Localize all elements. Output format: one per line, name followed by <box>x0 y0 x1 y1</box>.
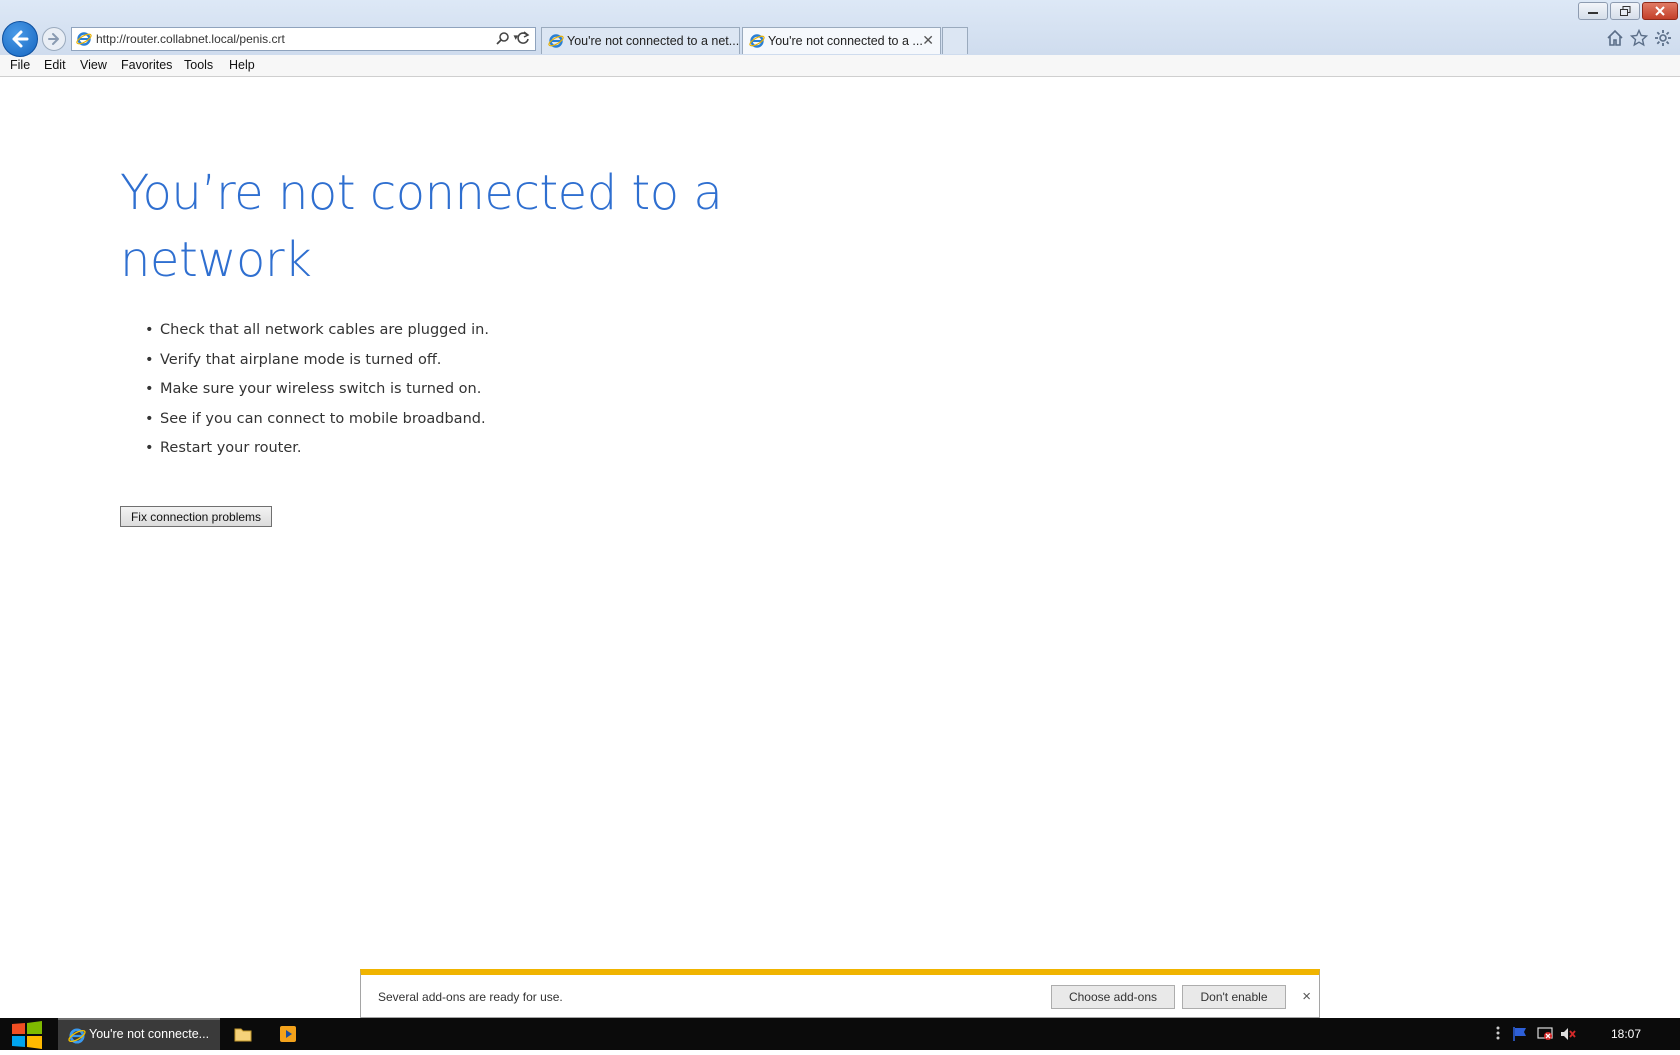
ie-icon <box>548 33 564 52</box>
new-tab-button[interactable] <box>942 27 968 54</box>
minimize-button[interactable] <box>1578 2 1608 20</box>
bullet: • <box>145 440 154 456</box>
taskbar-ie-label: You're not connecte... <box>89 1027 210 1041</box>
ie-icon <box>76 31 92 52</box>
close-icon <box>1655 6 1665 16</box>
ie-icon <box>68 1027 86 1050</box>
page-title: You’re not connected to a network <box>120 165 723 288</box>
choose-addons-button[interactable]: Choose add-ons <box>1051 985 1175 1009</box>
ie-icon <box>749 33 765 52</box>
close-icon[interactable]: × <box>1302 988 1311 1005</box>
tip-text: Check that all network cables are plugge… <box>160 322 489 338</box>
back-arrow-icon <box>12 30 29 48</box>
tips-list: • Check that all network cables are plugg… <box>145 322 489 470</box>
tip-text: Make sure your wireless switch is turned… <box>160 381 482 397</box>
search-icon[interactable] <box>495 31 511 52</box>
forward-button[interactable] <box>42 27 66 51</box>
menu-file[interactable]: File <box>10 58 30 72</box>
list-item: • See if you can connect to mobile broadb… <box>145 411 489 441</box>
address-bar[interactable]: http://router.collabnet.local/penis.crt … <box>71 27 536 51</box>
close-icon[interactable]: ✕ <box>922 32 934 49</box>
windows-logo-icon <box>12 1021 42 1049</box>
tab-title: You're not connected to a ... <box>768 34 923 48</box>
bullet: • <box>145 351 154 368</box>
restore-button[interactable] <box>1610 2 1640 20</box>
home-icon[interactable] <box>1606 29 1624 52</box>
refresh-icon[interactable] <box>515 30 531 51</box>
tip-text: Restart your router. <box>160 440 302 456</box>
list-item: • Make sure your wireless switch is turne… <box>145 381 489 411</box>
network-icon[interactable] <box>1537 1026 1553 1047</box>
menu-edit[interactable]: Edit <box>44 58 66 72</box>
tip-text: See if you can connect to mobile broadba… <box>160 410 486 427</box>
back-button[interactable] <box>2 21 38 57</box>
tip-text: Verify that airplane mode is turned off. <box>160 351 442 368</box>
forward-arrow-icon <box>48 33 59 45</box>
gear-icon[interactable] <box>1654 29 1672 52</box>
start-button[interactable] <box>10 1020 44 1050</box>
taskbar: You're not connecte... 18:07 <box>0 1018 1680 1050</box>
taskbar-ie-button[interactable]: You're not connecte... <box>58 1018 220 1050</box>
star-icon[interactable] <box>1629 28 1649 52</box>
menu-favorites[interactable]: Favorites <box>121 58 172 72</box>
clock: 18:07 <box>1611 1027 1642 1041</box>
tab-1[interactable]: You're not connected to a net... <box>541 27 740 54</box>
close-window-button[interactable] <box>1642 2 1678 20</box>
notification-text: Several add-ons are ready for use. <box>378 990 563 1004</box>
tab-title: You're not connected to a net... <box>567 34 740 48</box>
restore-icon <box>1619 6 1630 16</box>
flag-icon[interactable] <box>1512 1026 1528 1047</box>
tray-overflow-icon[interactable] <box>1496 1025 1500 1046</box>
volume-muted-icon[interactable] <box>1560 1026 1576 1047</box>
list-item: • Verify that airplane mode is turned off… <box>145 352 489 382</box>
menu-view[interactable]: View <box>80 58 107 72</box>
fix-connection-button[interactable]: Fix connection problems <box>120 506 272 527</box>
list-item: • Restart your router. <box>145 440 489 470</box>
tab-2-active[interactable]: You're not connected to a ... ✕ <box>742 27 941 54</box>
bullet: • <box>145 381 154 397</box>
minimize-icon <box>1588 12 1598 14</box>
menu-tools[interactable]: Tools <box>184 58 213 72</box>
notification-bar: Several add-ons are ready for use. Choos… <box>360 969 1320 1018</box>
address-url[interactable]: http://router.collabnet.local/penis.crt <box>96 32 285 46</box>
browser-title-bar: http://router.collabnet.local/penis.crt … <box>0 0 1680 57</box>
list-item: • Check that all network cables are plugg… <box>145 322 489 352</box>
folder-icon[interactable] <box>234 1026 252 1047</box>
menu-bar: File Edit View Favorites Tools Help <box>0 55 1680 77</box>
menu-help[interactable]: Help <box>229 58 255 72</box>
media-player-icon[interactable] <box>279 1025 297 1048</box>
dont-enable-button[interactable]: Don't enable <box>1182 985 1286 1009</box>
bullet: • <box>145 322 154 338</box>
bullet: • <box>145 410 154 427</box>
